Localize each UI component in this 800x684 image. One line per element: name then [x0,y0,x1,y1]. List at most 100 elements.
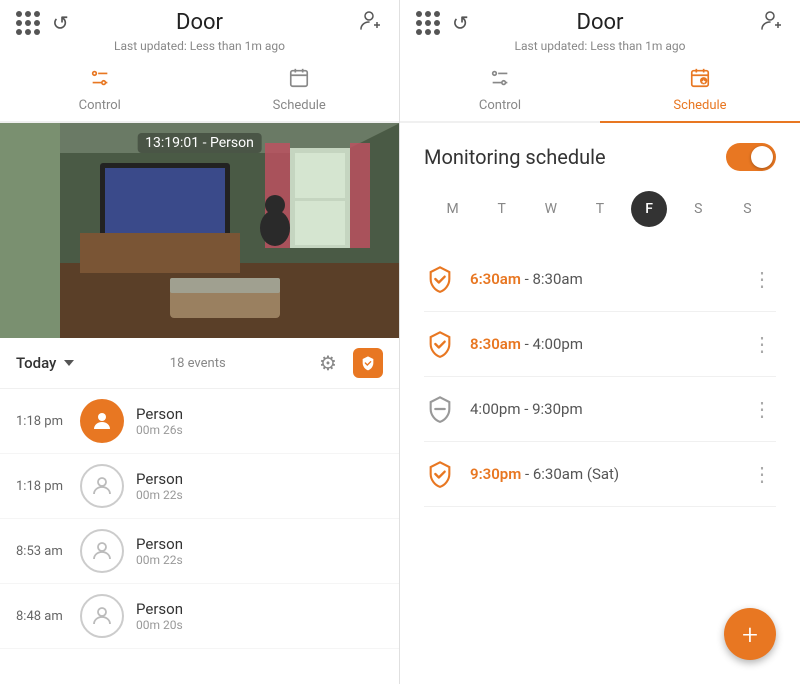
control-icon [89,67,111,94]
schedule-item[interactable]: 8:30am - 4:00pm ⋮ [424,312,776,377]
event-info: Person 00m 20s [136,600,183,632]
event-avatar [80,464,124,508]
event-info: Person 00m 26s [136,405,183,437]
day-wednesday[interactable]: W [533,191,569,227]
events-header: Today 18 events ⚙ [0,338,399,389]
schedule-menu-3[interactable]: ⋮ [748,393,776,425]
left-tab-control[interactable]: Control [0,59,200,123]
event-item[interactable]: 1:18 pm Person 00m 26s [0,389,399,454]
left-title: Door [176,10,223,35]
schedule-icon-right: ★ [689,67,711,94]
right-title: Door [577,10,624,35]
schedule-header: Monitoring schedule [424,143,776,171]
schedule-menu-1[interactable]: ⋮ [748,263,776,295]
event-time: 8:48 am [16,609,68,624]
left-tabs: Control Schedule [0,59,399,123]
left-tab-schedule[interactable]: Schedule [200,59,400,123]
events-title: Today [16,354,76,372]
shield-check-icon [424,328,456,360]
schedule-title: Monitoring schedule [424,145,606,169]
schedule-section: Monitoring schedule M T W T F [400,123,800,684]
day-saturday[interactable]: S [680,191,716,227]
dropdown-icon[interactable] [62,356,76,370]
events-count: 18 events [170,356,226,371]
left-panel: ↺ Door Last updated: Less than 1m ago [0,0,400,684]
refresh-icon-right[interactable]: ↺ [452,11,469,35]
today-label: Today [16,354,56,372]
camera-timestamp: 13:19:01 - Person [137,133,262,153]
event-duration: 00m 22s [136,553,183,567]
event-label: Person [136,470,183,488]
days-row: M T W T F S S [424,191,776,227]
event-item[interactable]: 8:53 am Person 00m 22s [0,519,399,584]
event-info: Person 00m 22s [136,535,183,567]
room-svg [0,123,399,338]
camera-view: 13:19:01 - Person [0,123,399,338]
right-last-updated: Last updated: Less than 1m ago [400,39,800,59]
right-tab-schedule-label: Schedule [673,98,726,113]
day-monday[interactable]: M [435,191,471,227]
event-info: Person 00m 22s [136,470,183,502]
event-time: 8:53 am [16,544,68,559]
event-label: Person [136,535,183,553]
schedule-icon-left [288,67,310,94]
event-time: 1:18 pm [16,479,68,494]
right-panel: ↺ Door Last updated: Less than 1m ago [400,0,800,684]
schedule-menu-4[interactable]: ⋮ [748,458,776,490]
grid-icon-right[interactable] [416,11,440,35]
left-person-icon[interactable] [359,9,383,37]
right-tab-schedule[interactable]: ★ Schedule [600,59,800,123]
control-icon-right [489,67,511,94]
add-schedule-button[interactable]: + [724,608,776,660]
event-item[interactable]: 8:48 am Person 00m 20s [0,584,399,649]
event-label: Person [136,405,183,423]
day-thursday[interactable]: T [582,191,618,227]
left-tab-schedule-label: Schedule [273,98,326,113]
events-actions: ⚙ [319,348,383,378]
left-header-icons: ↺ [16,11,69,35]
monitoring-toggle[interactable] [726,143,776,171]
event-time: 1:18 pm [16,414,68,429]
schedule-time-3: 4:00pm - 9:30pm [470,400,734,418]
svg-text:★: ★ [701,79,706,86]
event-duration: 00m 26s [136,423,183,437]
schedule-item[interactable]: 9:30pm - 6:30am (Sat) ⋮ [424,442,776,507]
schedule-item[interactable]: 4:00pm - 9:30pm ⋮ [424,377,776,442]
schedule-time-1: 6:30am - 8:30am [470,270,734,288]
schedule-items: 6:30am - 8:30am ⋮ 8:30am - 4:00pm ⋮ [424,247,776,507]
left-last-updated: Last updated: Less than 1m ago [0,39,399,59]
right-tabs: Control ★ Schedule [400,59,800,123]
right-tab-control-label: Control [479,98,521,113]
schedule-menu-2[interactable]: ⋮ [748,328,776,360]
event-list: 1:18 pm Person 00m 26s 1:18 pm [0,389,399,684]
gear-icon[interactable]: ⚙ [319,351,337,375]
toggle-thumb [751,146,773,168]
refresh-icon[interactable]: ↺ [52,11,69,35]
schedule-item[interactable]: 6:30am - 8:30am ⋮ [424,247,776,312]
event-duration: 00m 22s [136,488,183,502]
shield-check-icon [424,458,456,490]
right-header-icons: ↺ [416,11,469,35]
event-label: Person [136,600,183,618]
left-header: ↺ Door [0,0,399,39]
schedule-time-2: 8:30am - 4:00pm [470,335,734,353]
day-friday[interactable]: F [631,191,667,227]
event-avatar [80,529,124,573]
event-avatar [80,399,124,443]
left-tab-control-label: Control [79,98,121,113]
shield-check-icon [424,263,456,295]
event-avatar [80,594,124,638]
shield-filter-button[interactable] [353,348,383,378]
shield-minus-icon [424,393,456,425]
grid-icon[interactable] [16,11,40,35]
right-tab-control[interactable]: Control [400,59,600,123]
right-person-icon[interactable] [760,9,784,37]
toggle-track [726,143,776,171]
day-sunday[interactable]: S [729,191,765,227]
event-duration: 00m 20s [136,618,183,632]
schedule-time-4: 9:30pm - 6:30am (Sat) [470,465,734,483]
right-header: ↺ Door [400,0,800,39]
event-item[interactable]: 1:18 pm Person 00m 22s [0,454,399,519]
camera-scene [0,123,399,338]
day-tuesday[interactable]: T [484,191,520,227]
